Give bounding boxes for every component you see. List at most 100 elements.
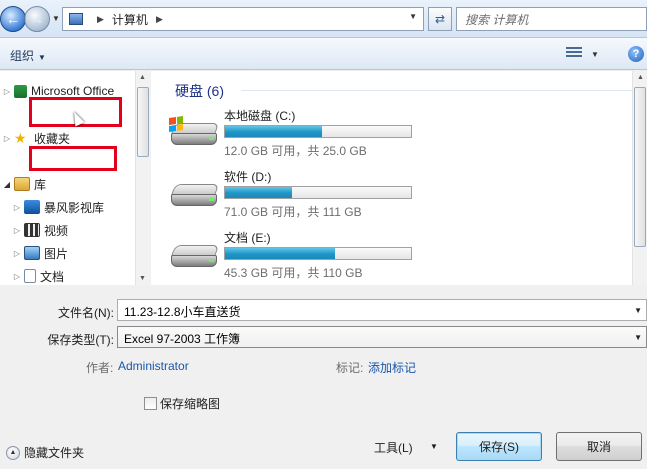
excel-icon — [14, 84, 27, 98]
collapse-icon[interactable]: ◢ — [2, 180, 12, 189]
nav-item-label: 收藏夹 — [34, 131, 71, 146]
nav-item-label: 视频 — [44, 223, 69, 238]
author-label: 作者: — [86, 361, 114, 375]
nav-item-label: 文档 — [40, 269, 65, 284]
save-thumbnail-label[interactable]: 保存缩略图 — [160, 395, 220, 412]
scroll-down-icon[interactable]: ▼ — [139, 275, 146, 282]
filename-label: 文件名(N): — [58, 306, 114, 320]
address-bar: ← → ▼ ▶ 计算机 ▶ ▼ ⇄ 搜索 计算机 — [0, 0, 647, 38]
drive-item-c[interactable]: 本地磁盘 (C:) 12.0 GB 可用，共 25.0 GB — [169, 107, 591, 163]
hide-folders-toggle[interactable]: ▲ 隐藏文件夹 — [6, 444, 84, 461]
expand-icon[interactable]: ▷ — [2, 87, 12, 96]
nav-item-documents[interactable]: ▷ 文档 — [12, 266, 64, 285]
path-dropdown-icon[interactable]: ▼ — [409, 12, 417, 21]
nav-item-label: 图片 — [44, 246, 69, 261]
nav-item-pictures[interactable]: ▷ 图片 — [12, 243, 68, 263]
nav-item-label: Microsoft Office — [31, 84, 115, 98]
hard-drive-icon — [169, 116, 220, 147]
scroll-up-icon[interactable]: ▲ — [139, 74, 146, 81]
chevron-up-icon: ▲ — [6, 445, 20, 460]
hide-folders-label: 隐藏文件夹 — [24, 446, 85, 460]
nav-item-label: 暴风影视库 — [44, 200, 105, 215]
forward-arrow-icon: → — [30, 11, 44, 27]
drive-free-space: 45.3 GB 可用，共 110 GB — [224, 266, 363, 280]
nav-scrollbar[interactable]: ▲ ▼ — [135, 71, 150, 285]
drive-usage-bar — [224, 186, 412, 199]
help-icon[interactable]: ? — [628, 46, 644, 62]
video-library-icon — [24, 200, 40, 214]
content-pane[interactable]: 硬盘 (6) 本地磁盘 (C:) 12.0 GB 可用，共 25.0 GB 软件… — [151, 71, 647, 285]
drive-usage-fill — [225, 126, 322, 137]
picture-icon — [24, 246, 40, 260]
search-input[interactable]: 搜索 计算机 — [456, 7, 647, 31]
drive-item-d[interactable]: 软件 (D:) 71.0 GB 可用，共 111 GB — [170, 168, 591, 224]
nav-item-favorites[interactable]: ▷ ★ 收藏夹 — [2, 128, 70, 148]
drive-name: 本地磁盘 (C:) — [224, 109, 296, 123]
filetype-label: 保存类型(T): — [47, 333, 114, 347]
expand-icon[interactable]: ▷ — [12, 226, 22, 235]
refresh-button[interactable]: ⇄ — [428, 7, 452, 31]
document-icon — [24, 269, 36, 283]
filetype-value: Excel 97-2003 工作簿 — [124, 332, 241, 346]
nav-item-baofeng[interactable]: ▷ 暴风影视库 — [12, 197, 104, 217]
expand-icon[interactable]: ▷ — [12, 272, 22, 281]
forward-button[interactable]: → — [24, 6, 50, 32]
save-thumbnail-checkbox[interactable] — [144, 397, 157, 410]
tags-field[interactable]: 添加标记 — [368, 359, 416, 376]
hard-drive-icon — [170, 178, 220, 208]
toolbar: 组织 ▼ ▼ ? — [0, 38, 647, 70]
drive-usage-fill — [225, 187, 292, 198]
navigation-pane[interactable]: ▷ Microsoft Office ▷ ★ 收藏夹 ◢ 库 ▷ 暴风影视库 ▷… — [0, 71, 150, 285]
chevron-down-icon: ▼ — [38, 53, 46, 62]
save-button[interactable]: 保存(S) — [456, 432, 542, 461]
drive-usage-fill — [225, 248, 335, 259]
content-scrollbar[interactable]: ▲ — [632, 71, 647, 285]
chevron-down-icon[interactable]: ▼ — [430, 442, 438, 451]
drive-free-space: 71.0 GB 可用，共 111 GB — [224, 205, 362, 219]
refresh-icon: ⇄ — [434, 12, 446, 26]
scroll-up-icon[interactable]: ▲ — [637, 74, 644, 81]
computer-icon — [69, 13, 83, 25]
breadcrumb-separator-icon[interactable]: ▶ — [156, 14, 163, 25]
cancel-button[interactable]: 取消 — [556, 432, 642, 461]
tags-label: 标记: — [336, 361, 364, 375]
path-box[interactable]: ▶ 计算机 ▶ ▼ — [62, 7, 424, 31]
drive-free-space: 12.0 GB 可用，共 25.0 GB — [224, 144, 367, 158]
expand-icon[interactable]: ▷ — [12, 203, 22, 212]
breadcrumb-separator-icon[interactable]: ▶ — [97, 14, 104, 25]
film-icon — [24, 223, 40, 237]
filename-value: 11.23-12.8小车直送货 — [124, 305, 241, 319]
drive-name: 软件 (D:) — [224, 170, 272, 184]
view-dropdown-icon[interactable]: ▼ — [591, 50, 599, 59]
history-dropdown-icon[interactable]: ▼ — [52, 14, 60, 23]
organize-label: 组织 — [10, 49, 35, 63]
group-header[interactable]: 硬盘 (6) — [175, 81, 224, 101]
library-folder-icon — [14, 177, 30, 191]
breadcrumb-computer[interactable]: 计算机 — [112, 11, 148, 28]
scroll-thumb[interactable] — [137, 87, 149, 157]
scroll-thumb[interactable] — [634, 87, 646, 247]
hard-drive-icon — [170, 239, 220, 269]
organize-button[interactable]: 组织 ▼ — [10, 47, 46, 64]
nav-item-videos[interactable]: ▷ 视频 — [12, 220, 68, 240]
drive-item-e[interactable]: 文档 (E:) 45.3 GB 可用，共 110 GB — [170, 229, 591, 285]
drive-name: 文档 (E:) — [224, 231, 271, 245]
filetype-select[interactable]: Excel 97-2003 工作簿 ▼ — [117, 326, 647, 348]
view-options-icon[interactable] — [566, 47, 582, 61]
group-divider — [241, 90, 647, 91]
drive-usage-bar — [224, 247, 412, 260]
nav-item-label: 库 — [34, 177, 47, 192]
redaction-box — [29, 146, 117, 171]
tools-button[interactable]: 工具(L) — [374, 439, 413, 456]
chevron-down-icon[interactable]: ▼ — [634, 333, 642, 342]
expand-icon[interactable]: ▷ — [2, 134, 12, 143]
expand-icon[interactable]: ▷ — [12, 249, 22, 258]
author-field[interactable]: Administrator — [118, 359, 189, 373]
filename-input[interactable]: 11.23-12.8小车直送货 ▼ — [117, 299, 647, 321]
drive-usage-bar — [224, 125, 412, 138]
back-button[interactable]: ← — [0, 6, 26, 32]
nav-item-libraries[interactable]: ◢ 库 — [2, 174, 46, 194]
star-icon: ★ — [14, 130, 27, 146]
windows-logo-icon — [169, 116, 183, 132]
chevron-down-icon[interactable]: ▼ — [634, 306, 642, 315]
